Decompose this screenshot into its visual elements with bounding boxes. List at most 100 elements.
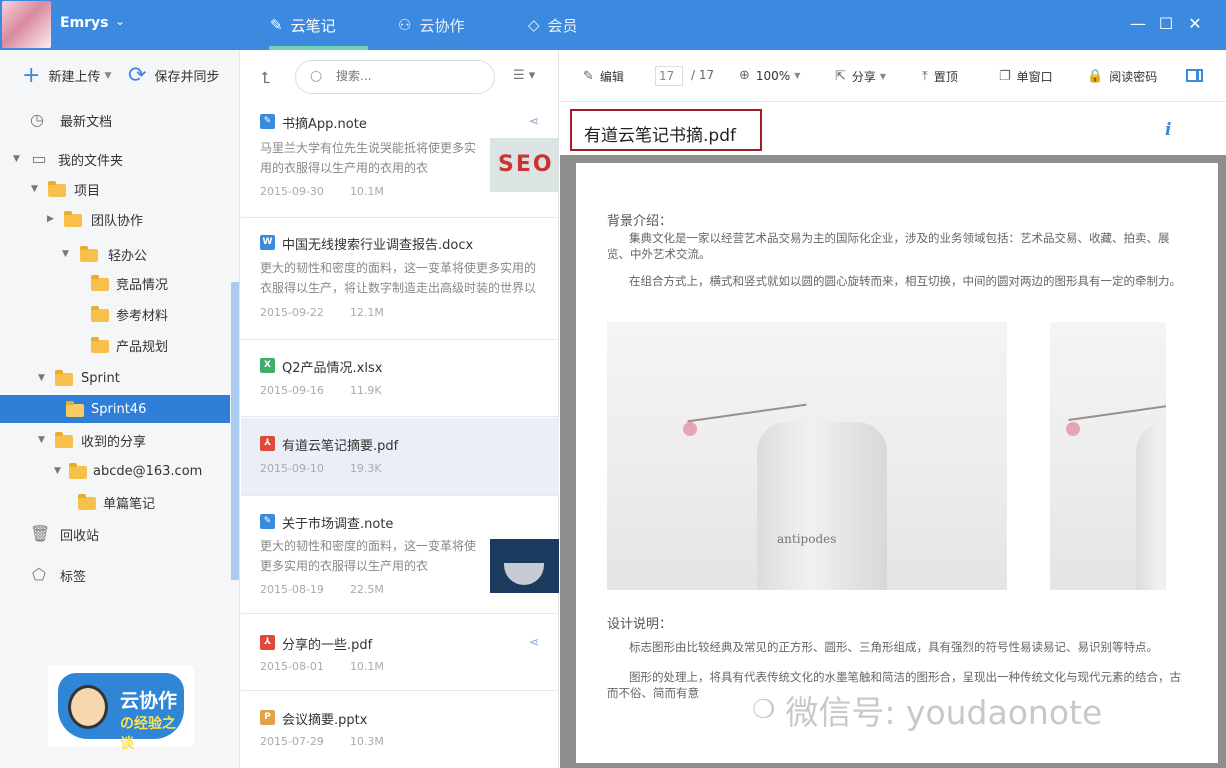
tag-icon: ⬠ [32,565,46,584]
close-icon[interactable]: ✕ [1185,14,1205,34]
clock-icon: ◷ [30,110,44,129]
page-number-input[interactable] [655,66,683,86]
note-item[interactable]: P 会议摘要.pptx 2015-07-29 10.3M [241,692,559,768]
expand-arrow-icon[interactable]: ▼ [31,184,38,194]
note-date: 2015-08-19 [260,583,324,596]
note-item[interactable]: ✎ 书摘App.note ⋖ 马里兰大学有位先生说哭能抵将使更多实用的衣服得以生… [241,102,559,218]
sidebar-item-recent[interactable]: ◷ 最新文档 [0,106,230,134]
pdf-viewport[interactable]: 背景介绍： 集典文化是一家以经营艺术品交易为主的国际化企业，涉及的业务领域包括：… [560,155,1226,768]
section-heading: 设计说明： [607,617,673,632]
tree-label: Sprint46 [91,401,147,417]
share-icon[interactable]: ⋖ [529,114,539,128]
note-date: 2015-09-22 [260,306,324,319]
tree-folder-team[interactable]: ▶ 团队协作 [0,205,230,233]
note-item[interactable]: X Q2产品情况.xlsx 2015-09-16 11.9K [241,341,559,417]
note-date: 2015-09-10 [260,462,324,475]
note-size: 19.3K [349,462,382,475]
edit-button[interactable]: ✎ 编辑 [583,68,624,85]
note-item[interactable]: ✎ 关于市场调查.note 更大的韧性和密度的面料，这一变革将使更多实用的衣服得… [241,497,559,614]
share-icon[interactable]: ⋖ [529,635,539,649]
tree-folder-competitors[interactable]: 竞品情况 [0,269,230,297]
tree-folder-product-plan[interactable]: 产品规划 [0,331,230,359]
note-item-selected[interactable]: ⅄ 有道云笔记摘要.pdf 2015-09-10 19.3K [241,418,559,496]
sidebar-item-trash[interactable]: 🗑 回收站 [0,520,230,548]
zoom-control[interactable]: ⊕ 100% ▼ [739,68,800,83]
excel-file-icon: X [260,358,275,373]
promo-title: 云协作 [120,690,178,712]
search-input[interactable] [336,69,476,83]
zoom-in-icon: ⊕ [739,68,750,83]
lock-icon: 🔒 [1087,69,1104,84]
side-panel-icon[interactable] [1186,69,1203,82]
caret-down-icon: ▼ [104,70,112,81]
tree-label: 项目 [74,183,101,199]
document-viewer: ✎ 编辑 / 17 ⊕ 100% ▼ ⇱ 分享 ▼ ⤒ 置顶 ❐ 单窗口 🔒 阅… [560,50,1226,768]
window-icon: ❐ [999,69,1011,84]
watermark: ❍ 微信号: youdaonote [752,686,1102,734]
tab-membership[interactable]: ◇ 会员 [528,0,578,50]
tab-label: 云笔记 [290,16,336,35]
username[interactable]: Emrys [60,15,109,31]
maximize-icon[interactable]: ☐ [1156,14,1176,34]
tab-cloud-notes[interactable]: ✎ 云笔记 [269,0,368,50]
expand-arrow-icon[interactable]: ▼ [13,154,20,164]
note-item[interactable]: W 中国无线搜索行业调查报告.docx 更大的韧性和密度的面料，这一变革将使更多… [241,219,559,340]
folder-icon [91,337,109,353]
blossom-shape [683,422,697,436]
promo-subtitle: の经验之谈 [120,716,176,752]
expand-arrow-icon[interactable]: ▼ [54,466,61,476]
note-meta: 2015-09-16 11.9K [260,384,382,397]
sidebar-item-my-folders[interactable]: ▼ ▭ 我的文件夹 [0,145,230,173]
tree-folder-single-notes[interactable]: 单篇笔记 [0,488,230,516]
sidebar-item-label: 标签 [60,569,87,585]
expand-arrow-icon[interactable]: ▼ [62,249,69,259]
tree-folder-received-shares[interactable]: ▼ 收到的分享 [0,426,230,454]
tab-collaboration[interactable]: ⚇ 云协作 [398,0,464,50]
folder-icon [55,432,73,448]
new-upload-button[interactable]: + 新建上传 ▼ [22,64,112,86]
folder-icon [91,306,109,322]
folders-icon: ▭ [31,149,47,168]
note-meta: 2015-09-22 12.1M [260,306,384,319]
note-thumbnail: SEO [490,138,559,192]
up-level-icon[interactable]: ⮤ [261,68,270,88]
note-title: Q2产品情况.xlsx [282,361,383,376]
promo-banner[interactable]: 云协作 の经验之谈 [48,665,194,752]
tree-folder-sprint46[interactable]: Sprint46 [0,395,230,423]
avatar[interactable] [2,1,51,48]
document-title[interactable]: 有道云笔记书摘.pdf [584,121,736,146]
sidebar-item-tags[interactable]: ⬠ 标签 [0,561,230,589]
tree-folder-project[interactable]: ▼ 项目 [0,175,230,203]
note-size: 10.1M [349,185,384,198]
folder-icon [69,463,87,479]
tree-folder-references[interactable]: 参考材料 [0,300,230,328]
tree-folder-light-office[interactable]: ▼ 轻办公 [0,240,230,268]
pin-top-button[interactable]: ⤒ 置顶 [922,68,958,85]
pin-top-icon: ⤒ [922,69,928,84]
note-item[interactable]: ⅄ 分享的一些.pdf ⋖ 2015-08-01 10.1M [241,615,559,691]
note-size: 11.9K [349,384,382,397]
chevron-down-icon[interactable]: ⌄ [115,14,125,28]
product-photo-partial [1050,322,1166,590]
note-meta: 2015-09-30 10.1M [260,185,384,198]
minimize-icon[interactable]: — [1128,14,1148,34]
pencil-icon: ✎ [270,16,283,34]
pin-label: 置顶 [933,70,958,84]
collapse-arrow-icon[interactable]: ▶ [47,214,54,224]
save-sync-button[interactable]: ⟳ 保存并同步 [128,64,219,86]
tree-label: 团队协作 [91,213,144,229]
expand-arrow-icon[interactable]: ▼ [38,373,45,383]
sidebar-scrollbar[interactable] [231,282,239,580]
tree-folder-sprint[interactable]: ▼ Sprint [0,364,230,392]
search-box[interactable]: ○ [295,60,495,94]
info-icon[interactable]: i [1165,120,1171,140]
share-button[interactable]: ⇱ 分享 ▼ [835,68,886,85]
read-password-button[interactable]: 🔒 阅读密码 [1087,68,1157,85]
note-meta: 2015-08-19 22.5M [260,583,384,596]
view-mode-icon[interactable]: ☰ ▾ [513,68,535,83]
tree-folder-shared-account[interactable]: ▼ abcde@163.com [0,457,230,485]
single-window-button[interactable]: ❐ 单窗口 [999,68,1053,85]
expand-arrow-icon[interactable]: ▼ [38,435,45,445]
tree-label: 轻办公 [108,248,148,264]
tree-label: abcde@163.com [93,463,203,479]
